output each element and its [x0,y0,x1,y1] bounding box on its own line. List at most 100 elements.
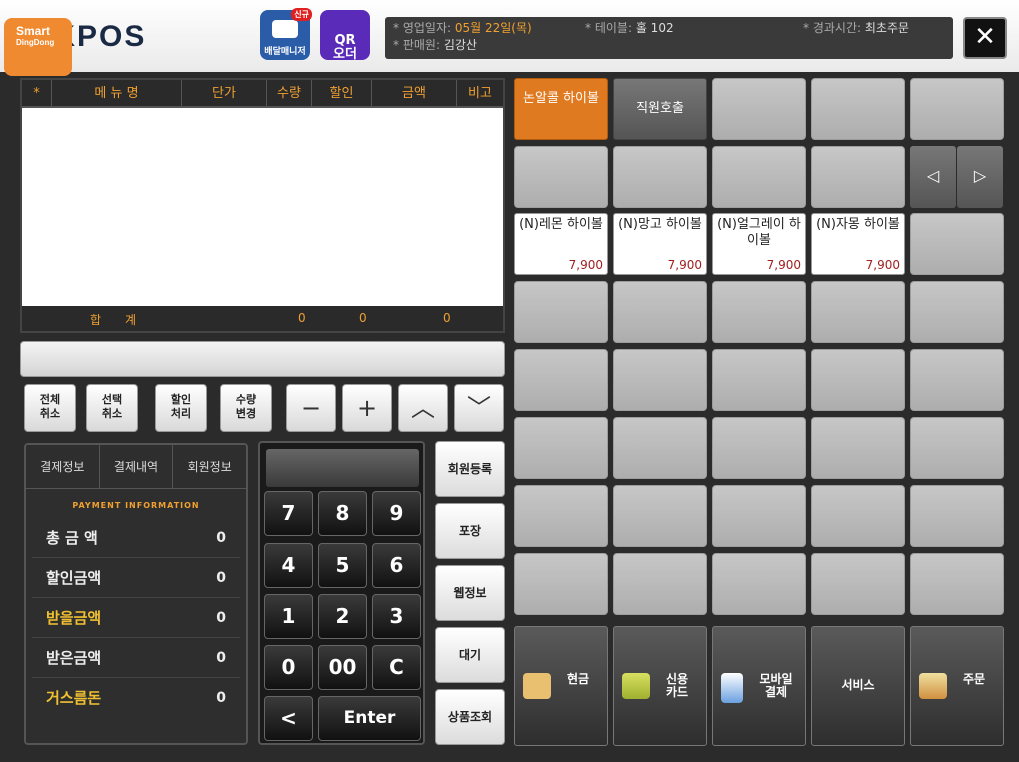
empty-menu-cell[interactable] [811,553,905,615]
col-star: * [22,80,52,106]
empty-menu-cell[interactable] [514,349,608,411]
menu-item[interactable]: (N)레몬 하이볼 7,900 [514,213,608,275]
payrow-received: 받은금액 0 [32,638,240,678]
empty-menu-cell[interactable] [514,417,608,479]
empty-menu-cell[interactable] [712,417,806,479]
empty-menu-cell[interactable] [910,78,1004,140]
empty-menu-cell[interactable] [613,281,707,343]
staff-call-button[interactable]: 직원호출 [613,78,707,140]
wait-button[interactable]: 대기 [435,627,505,683]
empty-menu-cell[interactable] [910,213,1004,275]
category-nonalcohol-highball[interactable]: 논알콜 하이볼 [514,78,608,140]
empty-menu-cell[interactable] [712,485,806,547]
empty-menu-cell[interactable] [910,485,1004,547]
prev-page-button[interactable]: ◁ [910,146,956,208]
keypad-display [266,449,419,487]
col-discount: 할인 [312,80,372,106]
key-3[interactable]: 3 [372,594,421,639]
menu-item-price: 7,900 [667,258,702,272]
empty-menu-cell[interactable] [613,146,707,208]
product-search-button[interactable]: 상품조회 [435,689,505,745]
key-4[interactable]: 4 [264,543,313,588]
empty-menu-cell[interactable] [514,146,608,208]
empty-menu-cell[interactable] [613,417,707,479]
order-table-footer: 합 계 0 0 0 [22,306,503,331]
tab-member-info[interactable]: 회원정보 [173,445,246,488]
up-button[interactable]: ︿ [398,384,448,432]
empty-menu-cell[interactable] [712,349,806,411]
credit-card-button[interactable]: 신용 카드 [613,626,707,746]
menu-item[interactable]: (N)얼그레이 하이볼 7,900 [712,213,806,275]
delivery-manager-label: 배달매니저 [264,47,306,57]
minus-button[interactable]: − [286,384,336,432]
smart-dingdong-badge[interactable]: Smart DingDong [4,18,72,76]
cashier-value: 김강산 [443,38,477,52]
empty-menu-cell[interactable] [613,349,707,411]
tab-payment-info[interactable]: 결제정보 [26,445,100,488]
qr-order-button[interactable]: QR 오더 [320,10,370,62]
key-1[interactable]: 1 [264,594,313,639]
member-register-button[interactable]: 회원등록 [435,441,505,497]
order-table[interactable]: * 메 뉴 명 단가 수량 할인 금액 비고 합 계 0 0 0 [20,78,505,333]
empty-menu-cell[interactable] [811,78,905,140]
empty-menu-cell[interactable] [811,349,905,411]
payrow-discount: 할인금액 0 [32,558,240,598]
key-clear[interactable]: C [372,645,421,690]
empty-menu-cell[interactable] [910,281,1004,343]
web-info-button[interactable]: 웹정보 [435,565,505,621]
tab-payment-history[interactable]: 결제내역 [100,445,174,488]
payrow-total: 총 금 액 0 [32,518,240,558]
cancel-selected-button[interactable]: 선택 취소 [86,384,138,432]
key-2[interactable]: 2 [318,594,367,639]
empty-menu-cell[interactable] [811,146,905,208]
cancel-all-button[interactable]: 전체 취소 [24,384,76,432]
empty-menu-cell[interactable] [514,485,608,547]
qty-change-button[interactable]: 수량 변경 [220,384,272,432]
key-8[interactable]: 8 [318,491,367,536]
empty-menu-cell[interactable] [811,417,905,479]
payrow-due: 받을금액 0 [32,598,240,638]
close-button[interactable]: ✕ [963,17,1007,59]
takeout-button[interactable]: 포장 [435,503,505,559]
discount-button[interactable]: 할인 처리 [155,384,207,432]
business-date-label: 영업일자: [402,21,452,35]
key-backspace[interactable]: < [264,696,313,741]
menu-item-name: (N)레몬 하이볼 [519,217,603,232]
key-6[interactable]: 6 [372,543,421,588]
chevron-right-icon: ▷ [973,166,987,185]
payment-tabs: 결제정보 결제내역 회원정보 [26,445,246,489]
key-7[interactable]: 7 [264,491,313,536]
down-button[interactable]: ﹀ [454,384,504,432]
key-5[interactable]: 5 [318,543,367,588]
credit-card-icon [622,673,650,699]
empty-menu-cell[interactable] [910,349,1004,411]
key-0[interactable]: 0 [264,645,313,690]
menu-item[interactable]: (N)망고 하이볼 7,900 [613,213,707,275]
chevron-left-icon: ◁ [926,166,940,185]
key-00[interactable]: 00 [318,645,367,690]
empty-menu-cell[interactable] [811,485,905,547]
empty-menu-cell[interactable] [514,553,608,615]
order-button[interactable]: 주문 [910,626,1004,746]
empty-menu-cell[interactable] [712,553,806,615]
empty-menu-cell[interactable] [712,78,806,140]
empty-menu-cell[interactable] [910,553,1004,615]
empty-menu-cell[interactable] [613,553,707,615]
empty-menu-cell[interactable] [910,417,1004,479]
total-qty: 0 [298,311,306,325]
key-9[interactable]: 9 [372,491,421,536]
empty-menu-cell[interactable] [712,281,806,343]
delivery-manager-button[interactable]: 신규 배달매니저 [260,8,312,60]
empty-menu-cell[interactable] [613,485,707,547]
plus-button[interactable]: + [342,384,392,432]
empty-menu-cell[interactable] [514,281,608,343]
cash-button[interactable]: 현금 [514,626,608,746]
key-enter[interactable]: Enter [318,696,421,741]
service-button[interactable]: 서비스 [811,626,905,746]
menu-item[interactable]: (N)자몽 하이볼 7,900 [811,213,905,275]
mobile-pay-button[interactable]: 모바일 결제 [712,626,806,746]
service-label: 서비스 [841,678,875,692]
next-page-button[interactable]: ▷ [957,146,1003,208]
empty-menu-cell[interactable] [811,281,905,343]
empty-menu-cell[interactable] [712,146,806,208]
